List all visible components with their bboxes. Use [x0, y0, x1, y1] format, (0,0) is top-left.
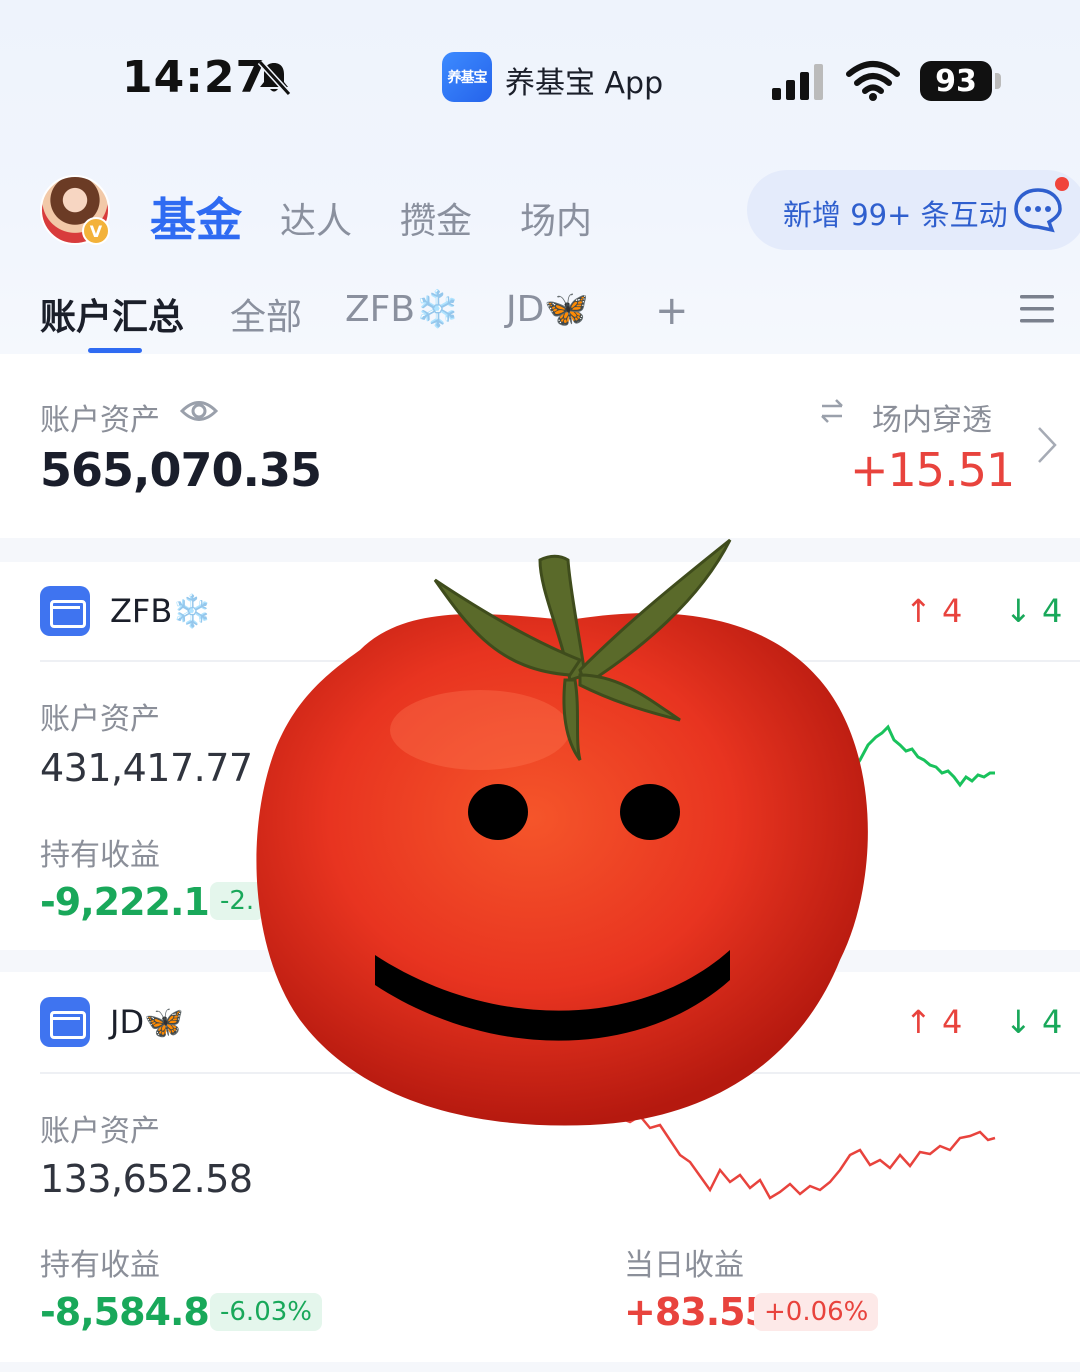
up-count: ↑ 4 [905, 592, 963, 630]
day-income-pct: +0.06% [754, 1293, 879, 1331]
account-name: ZFB❄️ [110, 592, 213, 630]
account-name: JD🦋 [110, 1003, 184, 1041]
wallet-icon [40, 997, 90, 1047]
account-asset-label: 账户资产 [40, 702, 160, 737]
chat-bubble-icon [1014, 188, 1062, 233]
hold-income-value: -8,584.89 [40, 1290, 235, 1334]
vip-badge-icon: V [82, 217, 110, 245]
day-income-value: +83.55 [624, 1290, 771, 1334]
subtab-summary[interactable]: 账户汇总 [40, 288, 184, 340]
bell-muted-icon [257, 59, 292, 97]
account-asset-label: 账户资产 [40, 1114, 160, 1149]
hold-income-label: 持有收益 [40, 1248, 160, 1283]
wifi-icon [846, 61, 900, 101]
hold-income-label: 持有收益 [40, 838, 160, 873]
penetrate-value: +15.51 [850, 443, 1015, 497]
subtab-jd[interactable]: JD🦋 [506, 288, 589, 330]
active-tab-indicator [88, 348, 142, 353]
day-income-label: 当日收益 [624, 1248, 744, 1283]
tab-expert[interactable]: 达人 [280, 192, 352, 244]
app-badge-icon: 养基宝 [442, 52, 492, 102]
eye-icon[interactable] [180, 396, 218, 426]
swap-icon [821, 399, 843, 423]
tab-save-gold[interactable]: 攒金 [400, 192, 472, 244]
tab-exchange[interactable]: 场内 [520, 192, 592, 244]
account-asset-value: 431,417.77 [40, 746, 253, 790]
hold-income-pct: -6.03% [210, 1293, 322, 1331]
down-count: ↓ 4 [1005, 592, 1063, 630]
down-count: ↓ 4 [1005, 1003, 1063, 1041]
hold-income-value: -9,222.15 [40, 880, 235, 924]
notification-dot [1055, 177, 1069, 191]
tomato-sticker-image [256, 538, 868, 1126]
up-count: ↑ 4 [905, 1003, 963, 1041]
battery-cap [995, 73, 1001, 89]
cellular-signal-icon [772, 64, 823, 100]
summary-asset-value: 565,070.35 [40, 443, 322, 497]
summary-asset-label: 账户资产 [40, 403, 160, 438]
chevron-right-icon[interactable] [1036, 425, 1058, 465]
menu-icon[interactable] [1020, 293, 1054, 325]
add-account-icon[interactable]: + [655, 288, 689, 334]
app-name: 养基宝 App [505, 66, 664, 101]
tab-fund[interactable]: 基金 [150, 184, 242, 250]
status-time: 14:27 [122, 52, 268, 103]
subtab-all[interactable]: 全部 [230, 288, 302, 340]
interaction-text: 新增 99+ 条互动 [783, 198, 1008, 232]
penetrate-label: 场内穿透 [872, 403, 992, 438]
battery-indicator: 93 [920, 61, 992, 101]
subtab-zfb[interactable]: ZFB❄️ [345, 288, 460, 330]
wallet-icon [40, 586, 90, 636]
account-asset-value: 133,652.58 [40, 1157, 253, 1201]
